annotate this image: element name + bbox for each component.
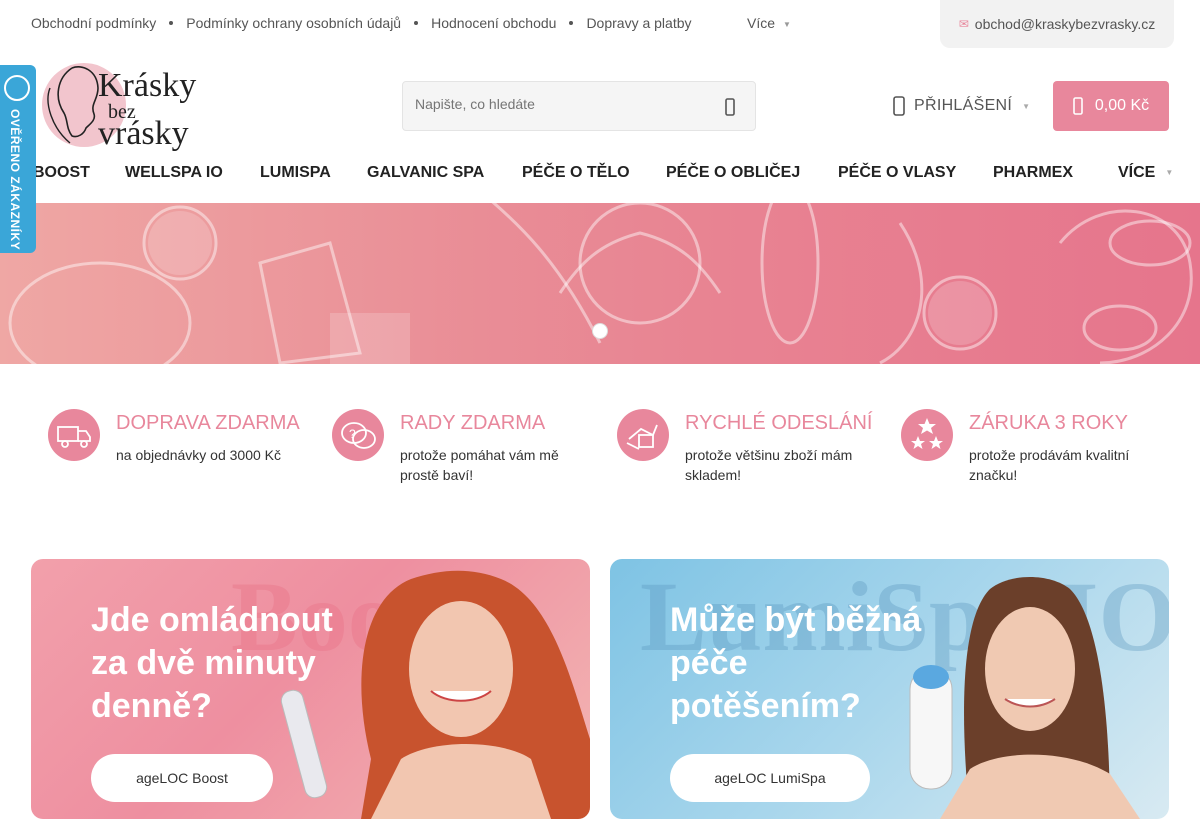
nav-item-wellspa[interactable]: WELLSPA IO: [125, 164, 223, 182]
user-icon: [893, 96, 905, 116]
search-input[interactable]: [415, 96, 705, 112]
nav-item-lumispa[interactable]: LUMISPA: [260, 164, 331, 182]
stars-icon: [901, 409, 953, 461]
nav-item-boost[interactable]: BOOST: [33, 164, 90, 182]
link-ochrana-udaju[interactable]: Podmínky ochrany osobních údajů: [186, 15, 401, 31]
nav-item-galvanic[interactable]: GALVANIC SPA: [367, 164, 484, 182]
nav-more-label: VÍCE: [1118, 164, 1156, 181]
promo-headline: Jde omládnout za dvě minuty denně?: [91, 601, 333, 725]
feature-text: protože pomáhat vám mě prostě baví!: [400, 447, 559, 483]
email-contact[interactable]: ✉ obchod@kraskybezvrasky.cz: [940, 0, 1174, 48]
promo-headline: Může být běžná péče potěšením?: [670, 601, 922, 725]
nav-item-pharmex[interactable]: PHARMEX: [993, 164, 1073, 182]
top-more-label: Více: [747, 15, 776, 31]
cart-button[interactable]: 0,00 Kč: [1053, 81, 1169, 131]
hero-banner[interactable]: [0, 203, 1200, 364]
feature-title: DOPRAVA ZDARMA: [116, 412, 300, 434]
separator-dot: [414, 21, 419, 25]
login-label: PŘIHLÁŠENÍ: [914, 97, 1013, 114]
chevron-down-icon: ▼: [1165, 168, 1174, 178]
shipping-icon: [617, 409, 669, 461]
separator-dot: [569, 21, 574, 25]
search-box: [402, 81, 756, 131]
heureka-badge-icon: [4, 75, 30, 101]
verified-customers-badge[interactable]: OVĚŘENO ZÁKAZNÍKY: [0, 65, 36, 253]
top-more-menu[interactable]: Více ▼: [747, 15, 791, 31]
truck-icon: [48, 409, 100, 461]
feature-text: protože většinu zboží mám skladem!: [685, 447, 853, 483]
promo-button-lumispa[interactable]: ageLOC LumiSpa: [670, 754, 870, 802]
advice-icon: ?: [332, 409, 384, 461]
nav-item-pece-telo[interactable]: PÉČE O TĚLO: [522, 164, 630, 182]
link-dopravy-platby[interactable]: Dopravy a platby: [586, 15, 691, 31]
hero-illustration: [8, 203, 1193, 364]
email-text: obchod@kraskybezvrasky.cz: [974, 16, 1156, 32]
top-links: Obchodní podmínky Podmínky ochrany osobn…: [31, 15, 692, 31]
promo-button-boost[interactable]: ageLOC Boost: [91, 754, 273, 802]
nav-item-pece-oblicej[interactable]: PÉČE O OBLIČEJ: [666, 164, 800, 182]
site-logo[interactable]: Krásky bez vrásky: [42, 58, 214, 153]
link-hodnoceni-obchodu[interactable]: Hodnocení obchodu: [431, 15, 556, 31]
svg-text:Krásky: Krásky: [98, 67, 196, 104]
separator-dot: [169, 21, 174, 25]
search-icon[interactable]: [723, 98, 737, 116]
svg-text:vrásky: vrásky: [98, 115, 189, 152]
login-button[interactable]: PŘIHLÁŠENÍ ▼: [893, 96, 1030, 116]
verified-label: OVĚŘENO ZÁKAZNÍKY: [8, 109, 22, 251]
feature-text: protože prodávám kvalitní značku!: [969, 447, 1130, 483]
top-bar: Obchodní podmínky Podmínky ochrany osobn…: [0, 0, 1200, 48]
chevron-down-icon: ▼: [783, 19, 791, 29]
logo-graphic: Krásky bez vrásky: [42, 63, 196, 152]
nav-item-more[interactable]: VÍCE ▼: [1118, 164, 1173, 182]
main-nav: BOOST WELLSPA IO LUMISPA GALVANIC SPA PÉ…: [0, 155, 1200, 191]
feature-title: ZÁRUKA 3 ROKY: [969, 412, 1128, 434]
feature-text: na objednávky od 3000 Kč: [116, 447, 282, 463]
mail-icon: ✉: [958, 17, 969, 31]
svg-text:?: ?: [349, 427, 356, 441]
feature-title: RADY ZDARMA: [400, 412, 546, 434]
cart-icon: [1073, 97, 1083, 115]
link-obchodni-podminky[interactable]: Obchodní podmínky: [31, 15, 156, 31]
chevron-down-icon: ▼: [1022, 101, 1031, 111]
promo-card-lumispa[interactable]: LumiSpa IO Může být běžná péče potěšením…: [610, 559, 1169, 819]
carousel-dot-active[interactable]: [592, 323, 608, 339]
feature-title: RYCHLÉ ODESLÁNÍ: [685, 412, 873, 434]
promo-card-boost[interactable]: Boost Jde omládnout za dvě minuty denně?…: [31, 559, 590, 819]
nav-item-pece-vlasy[interactable]: PÉČE O VLASY: [838, 164, 956, 182]
cart-total: 0,00 Kč: [1094, 97, 1150, 114]
